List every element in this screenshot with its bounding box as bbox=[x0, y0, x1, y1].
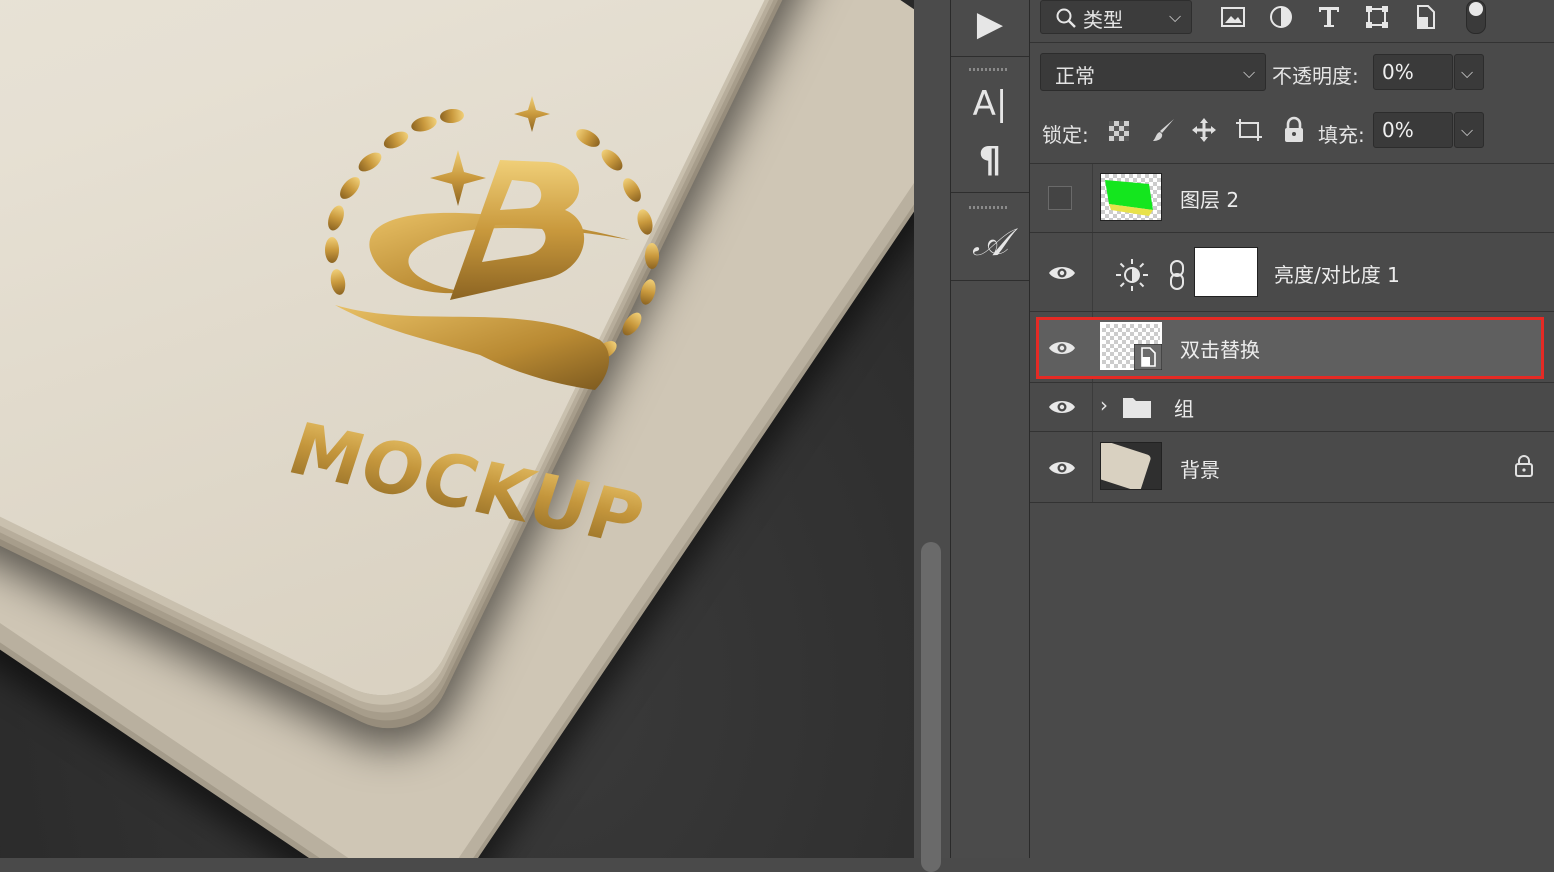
tool-separator bbox=[951, 192, 1029, 193]
paragraph-panel-icon[interactable]: ¶ bbox=[951, 138, 1029, 184]
tool-separator bbox=[951, 280, 1029, 281]
eye-icon[interactable] bbox=[1048, 263, 1076, 283]
smart-object-badge-icon bbox=[1134, 344, 1162, 370]
layer-mask-thumbnail[interactable] bbox=[1194, 247, 1258, 297]
scrollbar-thumb[interactable] bbox=[921, 542, 941, 872]
layers-empty-area[interactable] bbox=[1030, 503, 1554, 858]
filter-kind-label: 类型 bbox=[1083, 8, 1123, 32]
tool-separator bbox=[951, 56, 1029, 57]
paper-thumbnail-shape bbox=[1101, 443, 1152, 489]
opacity-input[interactable]: 0% bbox=[1373, 54, 1453, 90]
visibility-toggle-off[interactable] bbox=[1048, 186, 1072, 210]
lock-label: 锁定: bbox=[1042, 123, 1089, 147]
filter-smart-object-icon[interactable] bbox=[1412, 4, 1438, 30]
feather bbox=[335, 305, 610, 390]
blend-mode-select[interactable]: 正常 ⌵ bbox=[1040, 53, 1266, 91]
background-layer-row[interactable]: 背景 bbox=[1030, 432, 1554, 502]
chevron-right-icon[interactable]: › bbox=[1100, 393, 1108, 417]
opacity-slider-button[interactable]: ⌵ bbox=[1454, 54, 1484, 90]
filter-toggle-switch[interactable] bbox=[1466, 0, 1486, 34]
layer-row[interactable]: 亮度/对比度 1 bbox=[1030, 233, 1554, 311]
green-shape-thumbnail bbox=[1105, 180, 1153, 216]
character-panel-icon[interactable]: A| bbox=[951, 82, 1029, 126]
lock-icon bbox=[1515, 455, 1533, 477]
layer-name[interactable]: 组 bbox=[1174, 393, 1194, 422]
laurel-right bbox=[576, 129, 659, 359]
layer-row-selected[interactable]: 双击替换 bbox=[1030, 312, 1554, 382]
layer-name[interactable]: 背景 bbox=[1180, 454, 1220, 483]
eye-icon[interactable] bbox=[1048, 397, 1076, 417]
chevron-down-icon: ⌵ bbox=[1461, 63, 1474, 82]
folder-icon bbox=[1123, 398, 1151, 418]
gold-foil-logo bbox=[325, 96, 659, 390]
filter-adjustment-layer-icon[interactable] bbox=[1268, 4, 1294, 30]
glyphs-panel-icon[interactable]: 𝒜 bbox=[951, 218, 1029, 266]
layers-panel: 类型 ⌵ 正常 ⌵ 不透明度: 0% ⌵ 锁定: 填充: 0% ⌵ 图层 2 亮… bbox=[1030, 0, 1554, 858]
panel-dock-strip: ▶ A| ¶ 𝒜 bbox=[951, 0, 1030, 858]
play-action-icon[interactable]: ▶ bbox=[951, 2, 1029, 46]
layer-row[interactable]: 图层 2 bbox=[1030, 164, 1554, 232]
blend-mode-value: 正常 bbox=[1055, 64, 1095, 88]
dock-grip[interactable] bbox=[969, 68, 1009, 71]
fill-label: 填充: bbox=[1318, 123, 1365, 147]
lock-transparent-pixels-icon[interactable] bbox=[1108, 120, 1130, 142]
layer-thumbnail[interactable] bbox=[1100, 173, 1162, 221]
canvas-vertical-scrollbar[interactable] bbox=[914, 0, 951, 872]
chevron-down-icon: ⌵ bbox=[1169, 7, 1182, 26]
eye-icon[interactable] bbox=[1048, 338, 1076, 358]
background-thumbnail[interactable] bbox=[1100, 442, 1162, 490]
opacity-label: 不透明度: bbox=[1272, 64, 1359, 88]
star-large bbox=[430, 150, 486, 206]
chain-link-icon[interactable] bbox=[1168, 259, 1186, 291]
fill-slider-button[interactable]: ⌵ bbox=[1454, 112, 1484, 148]
lock-all-icon[interactable] bbox=[1282, 116, 1306, 144]
layer-filter-kind-select[interactable]: 类型 ⌵ bbox=[1040, 0, 1192, 34]
eye-icon[interactable] bbox=[1048, 458, 1076, 478]
lock-position-move-icon[interactable] bbox=[1190, 116, 1218, 144]
star-small bbox=[514, 96, 550, 132]
layer-group-row[interactable]: › 组 bbox=[1030, 383, 1554, 431]
layer-name[interactable]: 双击替换 bbox=[1180, 334, 1260, 363]
filter-type-layer-icon[interactable] bbox=[1316, 4, 1342, 30]
fill-input[interactable]: 0% bbox=[1373, 112, 1453, 148]
brightness-contrast-adjustment-icon[interactable] bbox=[1114, 257, 1150, 293]
filter-pixel-layer-icon[interactable] bbox=[1220, 4, 1246, 30]
layer-name[interactable]: 亮度/对比度 1 bbox=[1274, 259, 1400, 288]
row-separator bbox=[1030, 42, 1554, 43]
chevron-down-icon: ⌵ bbox=[1243, 63, 1256, 82]
chevron-down-icon: ⌵ bbox=[1461, 121, 1474, 140]
lock-image-pixels-brush-icon[interactable] bbox=[1150, 116, 1178, 144]
search-icon bbox=[1056, 8, 1076, 28]
smart-object-thumbnail[interactable] bbox=[1100, 322, 1162, 370]
layer-name[interactable]: 图层 2 bbox=[1180, 184, 1239, 213]
document-canvas[interactable]: MOCKUP bbox=[0, 0, 914, 858]
lock-artboard-icon[interactable] bbox=[1234, 116, 1264, 144]
filter-toggle-knob bbox=[1469, 2, 1483, 16]
filter-shape-layer-icon[interactable] bbox=[1364, 4, 1390, 30]
dock-grip[interactable] bbox=[969, 206, 1009, 209]
